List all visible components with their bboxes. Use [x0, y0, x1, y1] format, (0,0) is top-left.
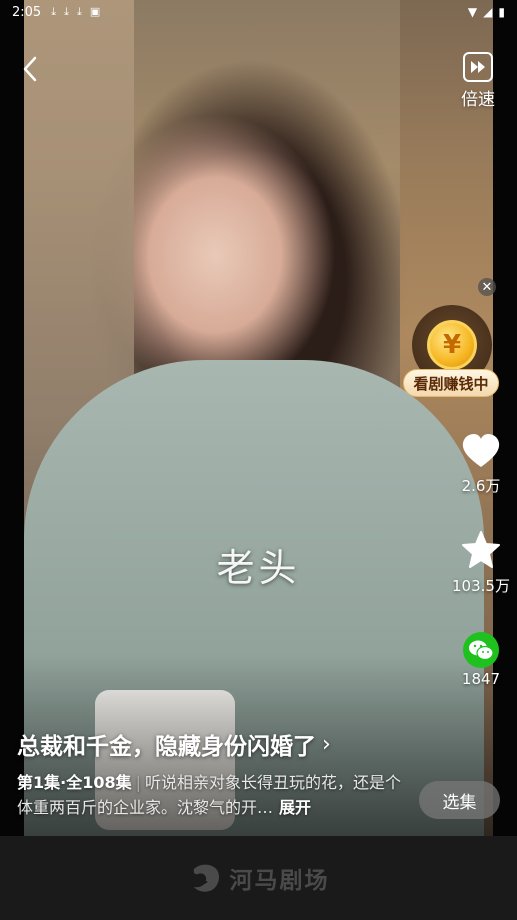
star-icon — [462, 531, 500, 568]
share-count: 1847 — [461, 670, 501, 688]
brand-name: 河马剧场 — [229, 868, 330, 894]
like-button[interactable]: 2.6万 — [456, 433, 506, 496]
promo-label: 看剧赚钱中 — [403, 369, 499, 397]
video-player[interactable] — [0, 0, 517, 836]
drama-title-link[interactable]: 总裁和千金，隐藏身份闪婚了 › — [17, 727, 331, 761]
coin-icon: ¥ — [427, 320, 477, 370]
favorite-count: 103.5万 — [452, 577, 510, 595]
download-icon: ⤓ — [76, 5, 82, 18]
playback-speed-button[interactable]: 倍速 — [456, 52, 500, 110]
notification-icons: ⤓ ⤓ ⤓ ▣ — [51, 5, 100, 19]
heart-icon — [462, 434, 500, 467]
watch-earn-promo[interactable]: ¥ 看剧赚钱中 — [403, 305, 499, 401]
status-bar: 2:05 ⤓ ⤓ ⤓ ▣ ▼ ◢ ▮ — [0, 0, 517, 24]
speed-label: 倍速 — [461, 90, 495, 110]
signal-icon: ◢ — [483, 5, 493, 19]
separator: | — [135, 773, 142, 792]
episode-select-button[interactable]: 选集 — [419, 781, 500, 819]
back-button[interactable] — [20, 54, 42, 84]
favorite-button[interactable]: 103.5万 — [452, 531, 510, 596]
chevron-left-icon — [23, 56, 37, 82]
video-subtitle: 老头 — [216, 546, 301, 590]
brand-logo: 河马剧场 — [188, 861, 330, 895]
episode-info: 第1集·全108集 — [17, 773, 132, 792]
wechat-icon — [463, 632, 499, 668]
close-icon: ✕ — [481, 279, 493, 295]
like-count: 2.6万 — [461, 477, 501, 495]
app-notification-icon: ▣ — [89, 5, 101, 18]
wifi-icon: ▼ — [467, 5, 478, 19]
letterbox-left — [0, 0, 24, 836]
system-icons: ▼ ◢ ▮ — [468, 5, 505, 19]
wechat-share-button[interactable]: 1847 — [456, 632, 506, 688]
promo-close-button[interactable]: ✕ — [478, 278, 496, 296]
status-time: 2:05 — [12, 4, 42, 20]
download-icon: ⤓ — [64, 5, 69, 18]
letterbox-right — [493, 0, 517, 836]
download-icon: ⤓ — [51, 5, 57, 18]
expand-button[interactable]: 展开 — [279, 798, 311, 817]
drama-description: 第1集·全108集 | 听说相亲对象长得丑玩的花，还是个体重两百斤的企业家。沈黎气的… — [17, 770, 402, 820]
battery-icon: ▮ — [498, 5, 505, 19]
chevron-right-icon: › — [322, 731, 331, 757]
bottom-bar: 河马剧场 — [0, 836, 517, 920]
hippo-logo-icon — [193, 864, 219, 892]
speed-icon — [463, 52, 493, 82]
drama-title: 总裁和千金，隐藏身份闪婚了 — [17, 734, 316, 760]
